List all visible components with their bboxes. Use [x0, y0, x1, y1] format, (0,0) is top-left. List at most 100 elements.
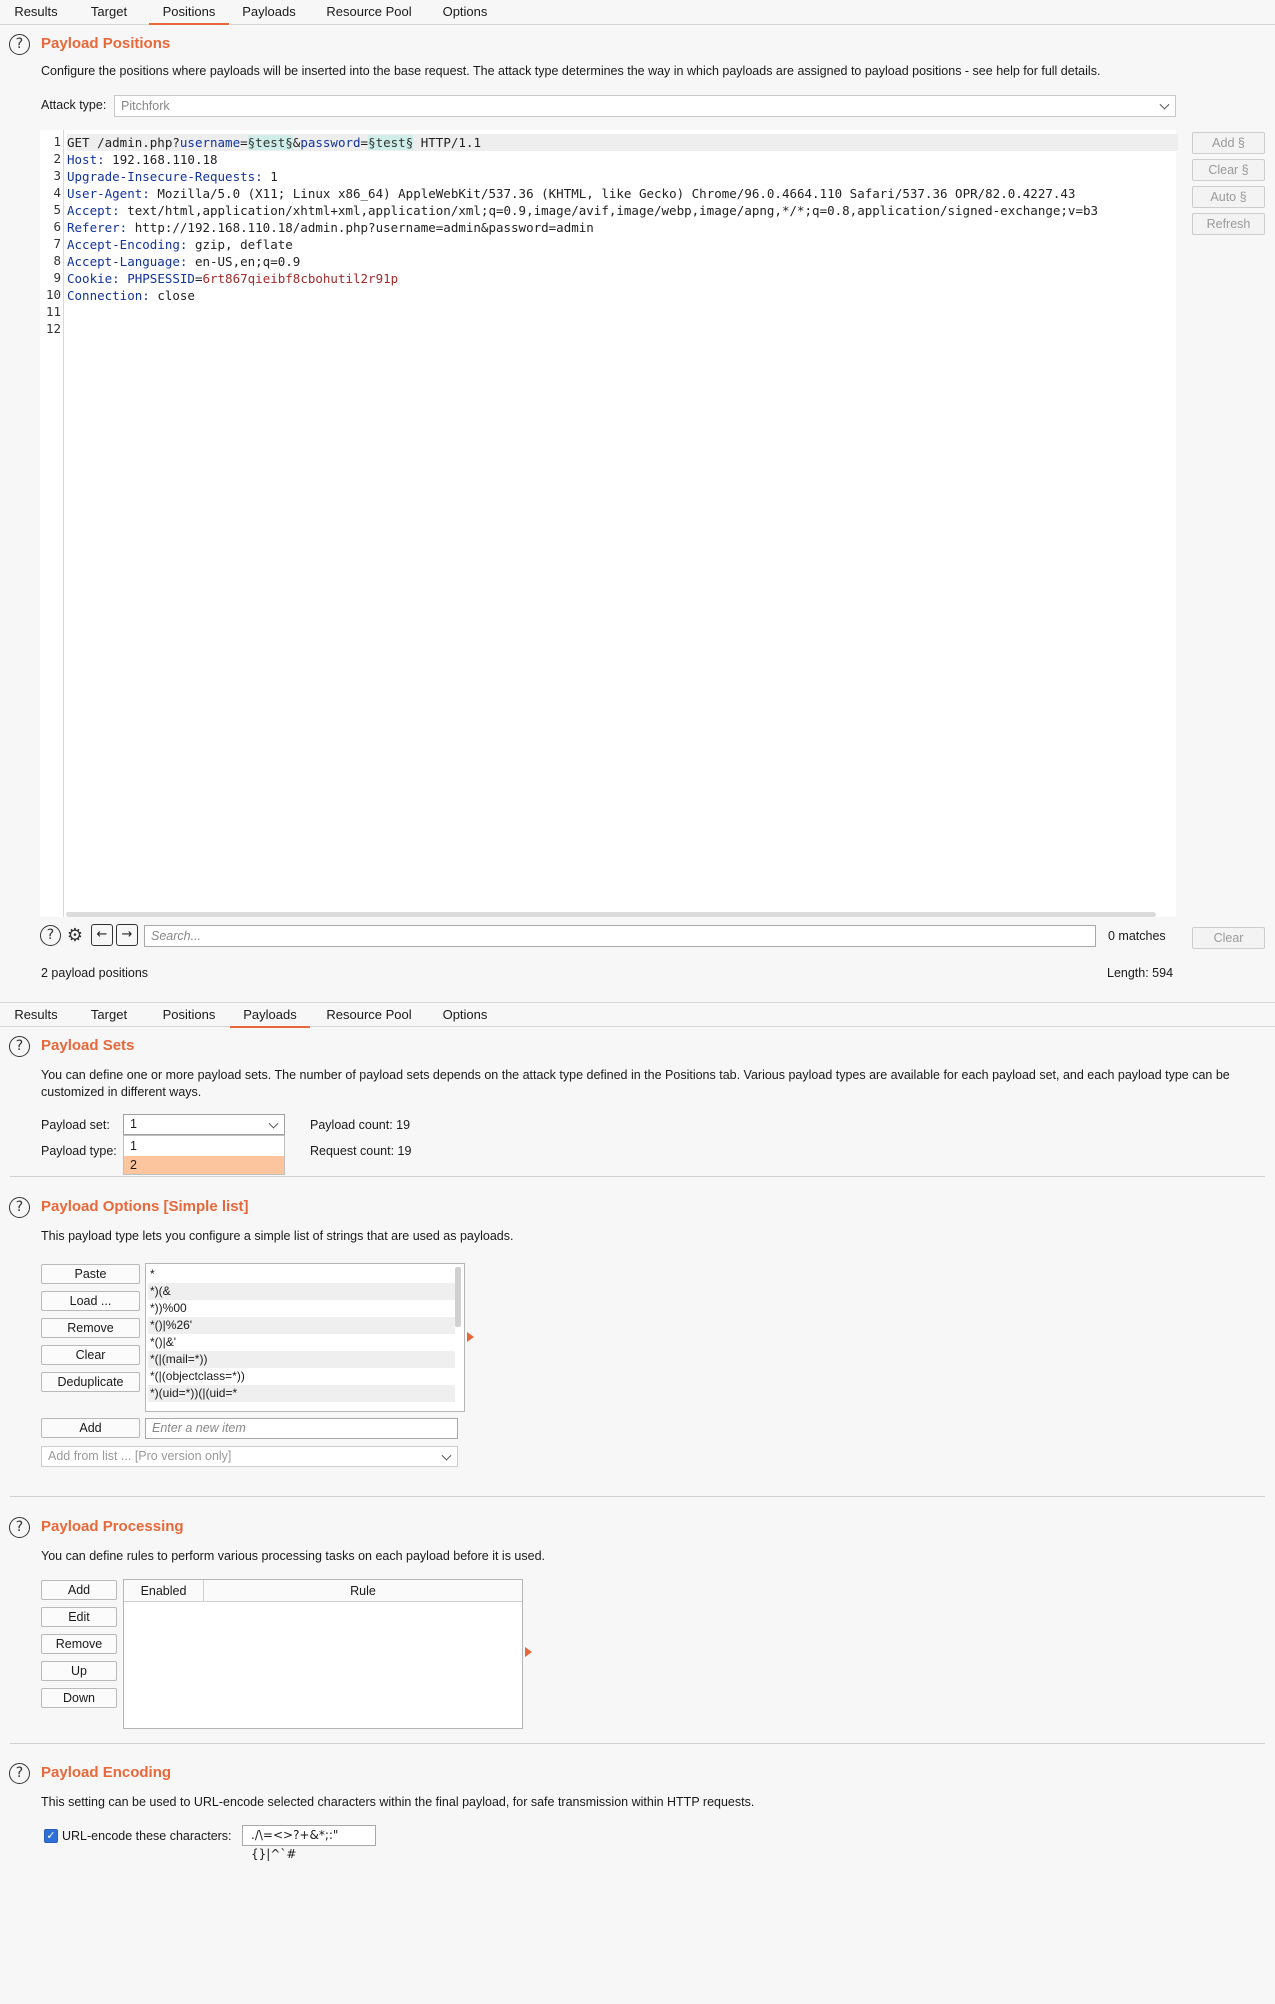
tab-positions[interactable]: Positions	[149, 1003, 229, 1028]
add-from-list-value: Add from list ... [Pro version only]	[48, 1449, 232, 1463]
tab-target[interactable]: Target	[80, 1003, 138, 1028]
horizontal-scrollbar[interactable]	[66, 912, 1156, 917]
auto-marker-button[interactable]: Auto §	[1192, 186, 1265, 208]
attack-type-value: Pitchfork	[121, 99, 170, 113]
list-scrollbar[interactable]	[455, 1267, 461, 1327]
header-line: Accept: text/html,application/xhtml+xml,…	[67, 202, 1175, 219]
search-input[interactable]: Search...	[144, 925, 1096, 947]
help-icon[interactable]: ?	[9, 1036, 30, 1057]
param-name: username	[179, 135, 241, 150]
payload-type-label: Payload type:	[41, 1144, 117, 1158]
header-key: Connection:	[67, 288, 150, 303]
help-icon[interactable]: ?	[40, 925, 61, 946]
deduplicate-button[interactable]: Deduplicate	[41, 1372, 140, 1392]
dropdown-option-selected[interactable]: 2	[124, 1156, 284, 1174]
header-line: User-Agent: Mozilla/5.0 (X11; Linux x86_…	[67, 185, 1075, 202]
tab-payloads[interactable]: Payloads	[236, 0, 302, 25]
header-key: User-Agent:	[67, 186, 150, 201]
column-header-rule[interactable]: Rule	[204, 1580, 522, 1602]
gear-icon[interactable]: ⚙	[64, 924, 86, 946]
paste-button[interactable]: Paste	[41, 1264, 140, 1284]
add-from-list-select[interactable]: Add from list ... [Pro version only]	[41, 1446, 458, 1467]
list-item[interactable]: *()|%26'	[148, 1317, 455, 1334]
line-number: 2	[53, 151, 61, 166]
tab-positions[interactable]: Positions	[149, 0, 229, 25]
payload-list[interactable]: * *)(& *))%00 *()|%26' *()|&' *(|(mail=*…	[145, 1263, 465, 1412]
tab-resource-pool[interactable]: Resource Pool	[318, 0, 420, 25]
clear-button[interactable]: Clear	[41, 1345, 140, 1365]
rules-table[interactable]: Enabled Rule	[123, 1579, 523, 1729]
line-number: 10	[45, 287, 61, 302]
help-icon[interactable]: ?	[9, 1517, 30, 1538]
payload-set-select[interactable]: 1	[123, 1114, 285, 1135]
tab-options[interactable]: Options	[434, 1003, 496, 1028]
tab-resource-pool[interactable]: Resource Pool	[318, 1003, 420, 1028]
add-rule-button[interactable]: Add	[41, 1580, 117, 1600]
encode-characters-input[interactable]: ./\=<>?+&*;:"{}|^`#	[242, 1825, 376, 1861]
arrow-right-icon[interactable]: →	[116, 924, 138, 946]
header-value: 1	[262, 169, 278, 184]
section-title-payload-sets: Payload Sets	[41, 1037, 135, 1054]
line-number: 4	[53, 185, 61, 200]
move-up-button[interactable]: Up	[41, 1661, 117, 1681]
line-number: 3	[53, 168, 61, 183]
tab-results[interactable]: Results	[4, 1003, 68, 1028]
payload-processing-description: You can define rules to perform various …	[41, 1549, 545, 1563]
url-encode-checkbox[interactable]: ✓	[44, 1829, 58, 1843]
move-down-button[interactable]: Down	[41, 1688, 117, 1708]
chevron-down-icon	[441, 1450, 452, 1461]
tab-options[interactable]: Options	[434, 0, 496, 25]
line-number: 11	[45, 304, 61, 319]
help-icon[interactable]: ?	[9, 1763, 30, 1784]
header-line: Connection: close	[67, 287, 195, 304]
list-item[interactable]: *))%00	[148, 1300, 455, 1317]
list-item[interactable]: *()|&'	[148, 1334, 455, 1351]
edit-rule-button[interactable]: Edit	[41, 1607, 117, 1627]
column-header-enabled[interactable]: Enabled	[124, 1580, 204, 1602]
header-value: en-US,en;q=0.9	[187, 254, 301, 269]
tab-payloads[interactable]: Payloads	[230, 1003, 310, 1028]
attack-type-select[interactable]: Pitchfork	[114, 95, 1176, 117]
header-line: Referer: http://192.168.110.18/admin.php…	[67, 219, 594, 236]
positions-description: Configure the positions where payloads w…	[41, 64, 1101, 78]
payload-set-dropdown: 1 2	[123, 1135, 285, 1175]
line-number: 6	[53, 219, 61, 234]
list-item[interactable]: *(|(mail=*))	[148, 1351, 455, 1368]
new-item-input[interactable]: Enter a new item	[145, 1418, 458, 1439]
line-number: 12	[45, 321, 61, 336]
refresh-button[interactable]: Refresh	[1192, 213, 1265, 235]
payload-marker: §test§	[368, 135, 414, 150]
payload-sets-description: You can define one or more payload sets.…	[41, 1068, 1230, 1099]
payload-options-description: This payload type lets you configure a s…	[41, 1229, 514, 1243]
expand-arrow-icon[interactable]	[467, 1332, 474, 1342]
add-marker-button[interactable]: Add §	[1192, 132, 1265, 154]
payload-count: Payload count: 19	[310, 1118, 411, 1132]
chevron-down-icon	[268, 1118, 279, 1129]
match-count: 0 matches	[1108, 929, 1166, 943]
line-number: 5	[53, 202, 61, 217]
expand-arrow-icon[interactable]	[525, 1647, 532, 1657]
help-icon[interactable]: ?	[9, 1197, 30, 1218]
header-line: Host: 192.168.110.18	[67, 151, 218, 168]
tab-results[interactable]: Results	[4, 0, 68, 25]
remove-rule-button[interactable]: Remove	[41, 1634, 117, 1654]
arrow-left-icon[interactable]: ←	[91, 924, 113, 946]
attack-type-label: Attack type:	[41, 98, 107, 112]
line-number-gutter: 1 2 3 4 5 6 7 8 9 10 11 12	[40, 130, 64, 917]
param-equals: =	[360, 135, 369, 150]
add-item-button[interactable]: Add	[41, 1418, 140, 1438]
dropdown-option[interactable]: 1	[124, 1137, 284, 1155]
cookie-name: PHPSESSID	[119, 271, 195, 286]
help-icon[interactable]: ?	[9, 34, 30, 55]
list-item[interactable]: *	[148, 1266, 455, 1283]
list-item[interactable]: *)(&	[148, 1283, 455, 1300]
load-button[interactable]: Load ...	[41, 1291, 140, 1311]
remove-button[interactable]: Remove	[41, 1318, 140, 1338]
list-item[interactable]: *)(uid=*))(|(uid=*	[148, 1385, 455, 1402]
clear-search-button[interactable]: Clear	[1192, 927, 1265, 949]
list-item[interactable]: *(|(objectclass=*))	[148, 1368, 455, 1385]
payload-set-value: 1	[130, 1117, 137, 1131]
clear-marker-button[interactable]: Clear §	[1192, 159, 1265, 181]
tab-target[interactable]: Target	[80, 0, 138, 25]
request-editor[interactable]: 1 2 3 4 5 6 7 8 9 10 11 12 GET /admin.ph…	[40, 130, 1178, 917]
